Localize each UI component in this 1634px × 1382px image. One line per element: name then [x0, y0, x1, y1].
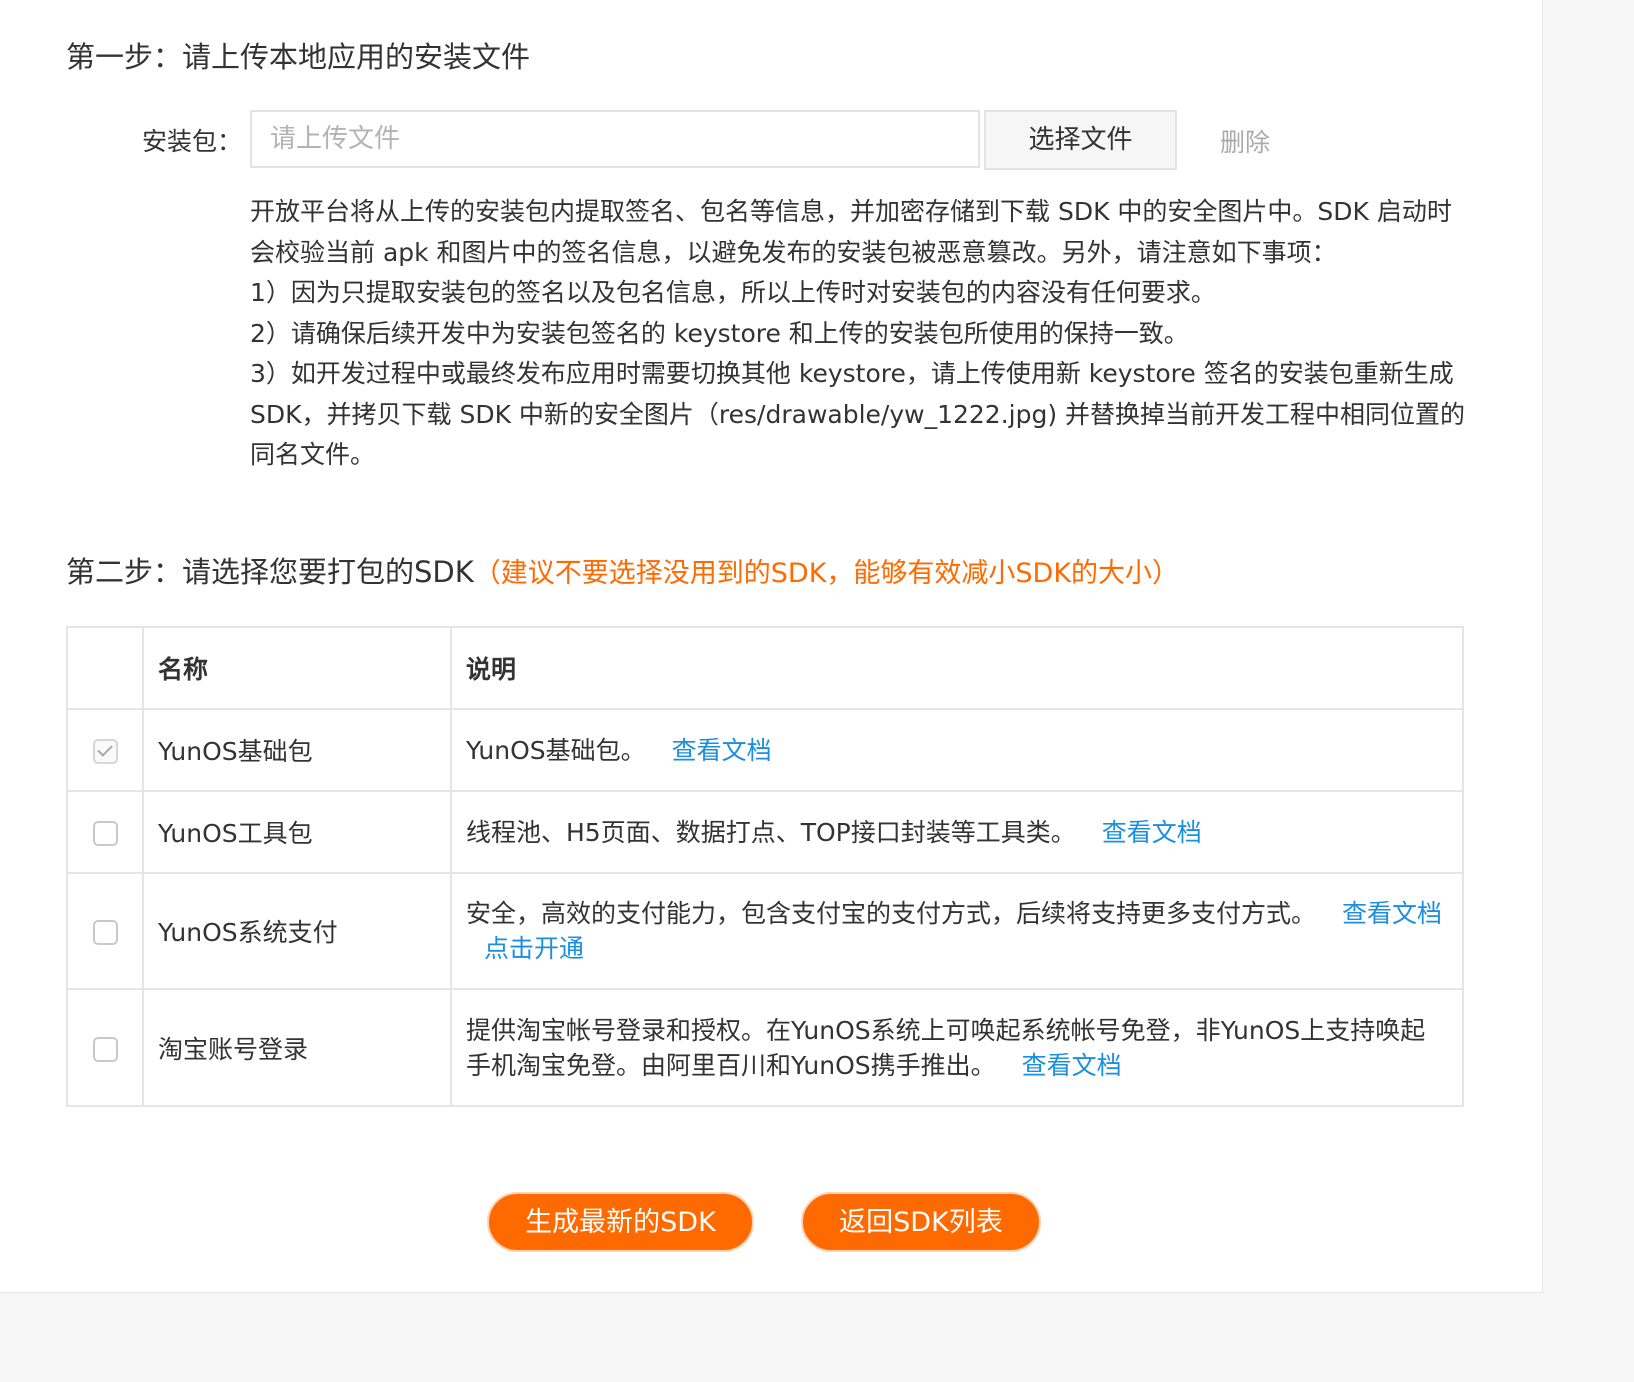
- checkbox-cell: [66, 988, 144, 1107]
- sdk-desc-cell: 安全，高效的支付能力，包含支付宝的支付方式，后续将支持更多支付方式。 查看文档点击…: [450, 872, 1464, 990]
- header-checkbox-cell: [66, 626, 144, 710]
- doc-link[interactable]: 查看文档: [1022, 1051, 1122, 1080]
- sdk-table: 名称 说明 YunOS基础包 YunOS基础包。 查看文档 YunOS工具包 线程…: [66, 626, 1464, 1107]
- choose-file-button[interactable]: 选择文件: [984, 110, 1177, 170]
- sdk-name: 淘宝账号登录: [142, 988, 452, 1107]
- sdk-desc-cell: YunOS基础包。 查看文档: [450, 708, 1464, 792]
- description-item-1: 1）因为只提取安装包的签名以及包名信息，所以上传时对安装包的内容没有任何要求。: [250, 278, 1216, 307]
- sdk-name: YunOS基础包: [142, 708, 452, 792]
- description-item-2: 2）请确保后续开发中为安装包签名的 keystore 和上传的安装包所使用的保持…: [250, 318, 1189, 348]
- table-row: YunOS基础包 YunOS基础包。 查看文档: [66, 708, 1464, 792]
- back-to-sdk-list-button[interactable]: 返回SDK列表: [801, 1192, 1041, 1252]
- table-row: 淘宝账号登录 提供淘宝帐号登录和授权。在YunOS系统上可唤起系统帐号免登，非Y…: [66, 988, 1464, 1107]
- step1-title: 第一步：请上传本地应用的安装文件: [66, 40, 531, 74]
- description-intro: 开放平台将从上传的安装包内提取签名、包名等信息，并加密存储到下载 SDK 中的安…: [250, 197, 1452, 267]
- doc-link[interactable]: 查看文档: [672, 736, 772, 765]
- row-checkbox[interactable]: [92, 821, 118, 846]
- step2-hint: （建议不要选择没用到的SDK，能够有效减小SDK的大小）: [473, 558, 1180, 589]
- header-name: 名称: [142, 626, 452, 710]
- activate-link[interactable]: 点击开通: [484, 934, 584, 963]
- sdk-desc-cell: 提供淘宝帐号登录和授权。在YunOS系统上可唤起系统帐号免登，非YunOS上支持…: [450, 988, 1464, 1107]
- sdk-desc: 安全，高效的支付能力，包含支付宝的支付方式，后续将支持更多支付方式。: [466, 899, 1317, 928]
- generate-sdk-button[interactable]: 生成最新的SDK: [487, 1192, 754, 1252]
- package-label: 安装包：: [142, 127, 243, 156]
- upload-description: 开放平台将从上传的安装包内提取签名、包名等信息，并加密存储到下载 SDK 中的安…: [250, 192, 1470, 476]
- doc-link[interactable]: 查看文档: [1102, 818, 1202, 847]
- table-row: YunOS工具包 线程池、H5页面、数据打点、TOP接口封装等工具类。 查看文档: [66, 790, 1464, 874]
- checkbox-cell: [66, 872, 144, 990]
- row-checkbox[interactable]: [92, 920, 118, 945]
- main-panel: 第一步：请上传本地应用的安装文件 安装包： 选择文件 删除 开放平台将从上传的安…: [0, 0, 1543, 1293]
- sdk-name: YunOS工具包: [142, 790, 452, 874]
- doc-link[interactable]: 查看文档: [1342, 899, 1442, 928]
- step2-title-text: 第二步：请选择您要打包的SDK: [66, 555, 474, 589]
- sdk-name: YunOS系统支付: [142, 872, 452, 990]
- table-header-row: 名称 说明: [66, 626, 1464, 710]
- sdk-desc: YunOS基础包。: [466, 735, 646, 765]
- sdk-desc: 提供淘宝帐号登录和授权。在YunOS系统上可唤起系统帐号免登，非YunOS上支持…: [466, 1015, 1426, 1080]
- step2-title: 第二步：请选择您要打包的SDK（建议不要选择没用到的SDK，能够有效减小SDK的…: [66, 549, 1179, 591]
- checkbox-cell: [66, 790, 144, 874]
- row-checkbox-checked[interactable]: [92, 739, 118, 764]
- delete-button[interactable]: 删除: [1220, 123, 1270, 159]
- description-item-3: 3）如开发过程中或最终发布应用时需要切换其他 keystore，请上传使用新 k…: [250, 359, 1466, 469]
- header-desc: 说明: [450, 626, 1464, 710]
- sdk-desc-cell: 线程池、H5页面、数据打点、TOP接口封装等工具类。 查看文档: [450, 790, 1464, 874]
- table-row: YunOS系统支付 安全，高效的支付能力，包含支付宝的支付方式，后续将支持更多支…: [66, 872, 1464, 990]
- sdk-desc: 线程池、H5页面、数据打点、TOP接口封装等工具类。: [466, 817, 1076, 847]
- package-file-input[interactable]: [250, 110, 980, 168]
- checkbox-cell: [66, 708, 144, 792]
- row-checkbox[interactable]: [92, 1036, 118, 1062]
